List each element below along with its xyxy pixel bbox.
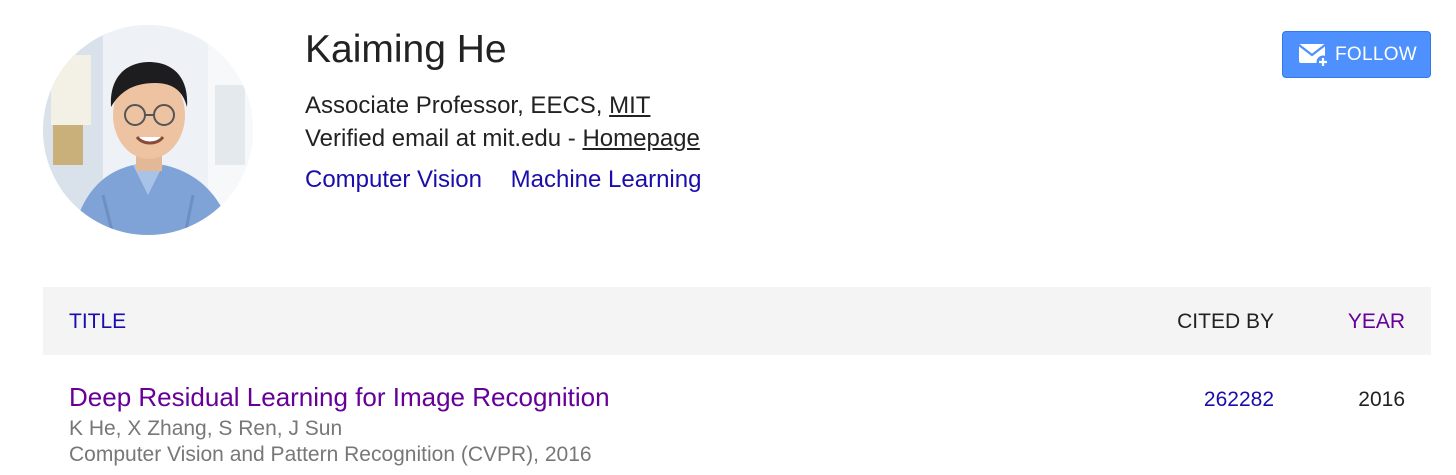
homepage-link[interactable]: Homepage <box>582 125 699 152</box>
affiliation-link-mit[interactable]: MIT <box>609 92 650 119</box>
cited-by-header: CITED BY <box>1177 310 1274 333</box>
email-line: Verified email at mit.edu - Homepage <box>305 123 700 155</box>
article-title-link[interactable]: Deep Residual Learning for Image Recogni… <box>69 381 610 413</box>
sort-by-year[interactable]: YEAR <box>1348 309 1405 335</box>
profile-photo <box>43 25 253 235</box>
affiliation-text: Associate Professor, EECS, <box>305 92 610 119</box>
article-authors: K He, X Zhang, S Ren, J Sun <box>69 417 343 440</box>
sort-by-title[interactable]: TITLE <box>69 309 126 335</box>
avatar <box>43 25 253 235</box>
article-year: 2016 <box>1358 388 1405 411</box>
interest-computer-vision[interactable]: Computer Vision <box>305 166 482 193</box>
envelope-plus-icon <box>1298 41 1330 69</box>
table-row: Deep Residual Learning for Image Recogni… <box>43 372 1431 475</box>
verified-email-text: Verified email at mit.edu - <box>305 125 583 152</box>
interest-machine-learning[interactable]: Machine Learning <box>511 166 702 193</box>
profile-name: Kaiming He <box>305 28 507 71</box>
follow-label: FOLLOW <box>1335 43 1418 65</box>
article-venue: Computer Vision and Pattern Recognition … <box>69 443 592 466</box>
follow-button[interactable]: FOLLOW <box>1282 31 1431 78</box>
research-interests: Computer Vision Machine Learning <box>305 164 723 196</box>
affiliation: Associate Professor, EECS, MIT <box>305 90 650 122</box>
cited-by-count-link[interactable]: 262282 <box>1204 387 1274 413</box>
articles-table-header: TITLE CITED BY YEAR <box>43 287 1431 355</box>
